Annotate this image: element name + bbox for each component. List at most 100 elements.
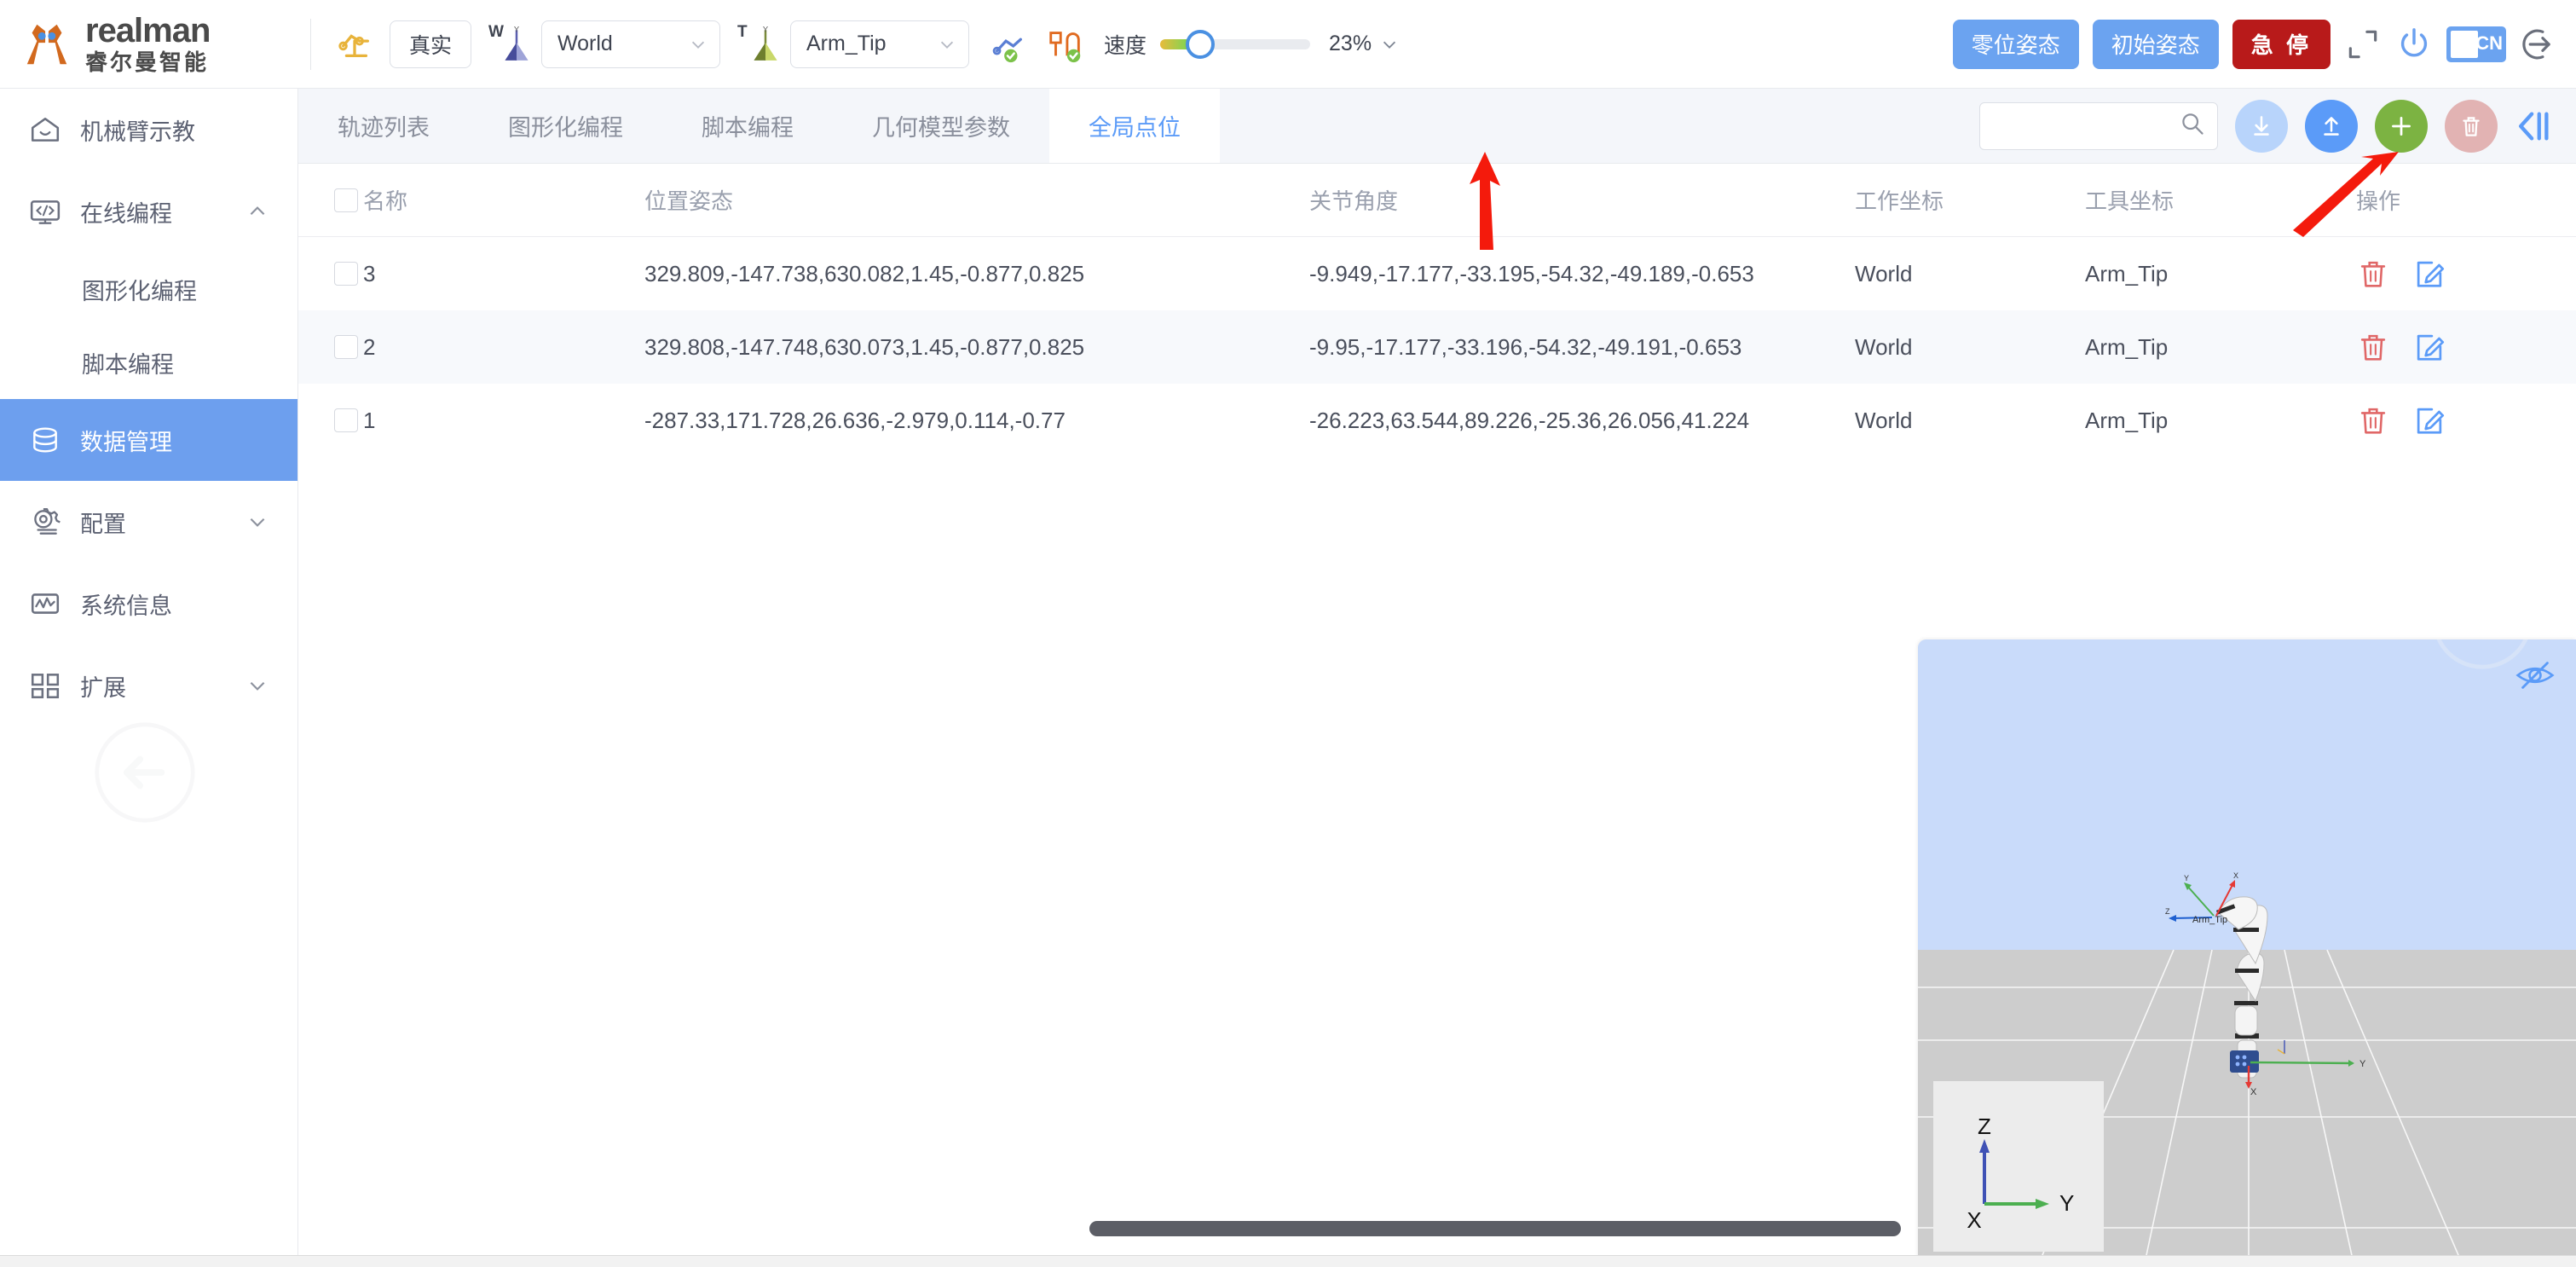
edit-icon (2417, 334, 2445, 361)
sidebar-subitem-graphical-programming[interactable]: 图形化编程 (0, 252, 297, 326)
sidebar-sublabel: 图形化编程 (82, 278, 197, 304)
robot-arm-status-icon[interactable] (988, 25, 1027, 64)
fullscreen-icon[interactable] (2344, 26, 2382, 63)
search-box[interactable] (1979, 101, 2218, 150)
cell-work-frame: World (1855, 333, 1913, 360)
language-label: CN (2475, 32, 2503, 54)
code-monitor-icon (29, 195, 61, 228)
row-select-cell (298, 262, 363, 286)
viewport-tip-label: Arm_Tip (2192, 915, 2227, 925)
search-input[interactable] (1992, 113, 2180, 138)
trash-icon (2360, 261, 2386, 287)
svg-text:X: X (1967, 1207, 1981, 1233)
sidebar-item-configuration[interactable]: 配置 (0, 481, 297, 563)
upload-button[interactable] (2305, 99, 2358, 153)
collapse-panel-icon (2519, 111, 2549, 141)
sidebar-label: 数据管理 (80, 429, 172, 455)
cell-pose: 329.808,-147.748,630.073,1.45,-0.877,0.8… (644, 333, 1085, 360)
tab-trajectory-list[interactable]: 轨迹列表 (298, 89, 469, 163)
main-content: 轨迹列表 图形化编程 脚本编程 几何模型参数 全局点位 名称 位置姿态 关节角度… (298, 89, 2576, 1267)
sidebar-label: 在线编程 (80, 200, 172, 227)
cell-tool-frame: Arm_Tip (2085, 260, 2169, 286)
download-button[interactable] (2235, 99, 2288, 153)
row-delete-button[interactable] (2356, 330, 2390, 364)
row-edit-button[interactable] (2412, 403, 2446, 437)
sidebar-item-robot-teach[interactable]: 机械臂示教 (0, 89, 297, 171)
select-all-cell (298, 188, 363, 212)
chevron-down-icon (1380, 35, 1399, 54)
power-icon[interactable] (2395, 26, 2433, 63)
speed-slider-thumb[interactable] (1186, 29, 1216, 59)
sidebar-item-data-management[interactable]: 数据管理 (0, 399, 297, 481)
horizontal-scrollbar-thumb[interactable] (1089, 1221, 1901, 1236)
trash-icon (2360, 408, 2386, 434)
row-delete-button[interactable] (2356, 257, 2390, 291)
tab-geometry-model-params[interactable]: 几何模型参数 (833, 89, 1049, 163)
mode-selector[interactable]: 真实 (390, 20, 471, 68)
chart-monitor-icon (29, 587, 61, 620)
work-frame-select[interactable]: World (541, 20, 720, 68)
column-header-work-frame: 工作坐标 (1855, 188, 1944, 214)
chevron-down-icon (689, 35, 708, 54)
tab-graphical-programming[interactable]: 图形化编程 (469, 89, 662, 163)
speed-value-dropdown[interactable]: 23% (1329, 32, 1399, 56)
row-checkbox[interactable] (334, 262, 358, 286)
grid-blocks-icon (29, 669, 61, 702)
speed-slider[interactable] (1160, 29, 1311, 59)
table-row[interactable]: 1 -287.33,171.728,26.636,-2.979,0.114,-0… (298, 384, 2576, 457)
speed-label: 速度 (1104, 33, 1147, 58)
table-row[interactable]: 3 329.809,-147.738,630.082,1.45,-0.877,0… (298, 237, 2576, 310)
toolbar-divider (310, 18, 311, 70)
tool-frame-select[interactable]: Arm_Tip (790, 20, 969, 68)
tool-frame-value: Arm_Tip (806, 32, 887, 55)
gripper-status-icon[interactable] (1046, 25, 1085, 64)
tool-frame-axis-icon: T Y (737, 23, 782, 66)
row-select-cell (298, 335, 363, 359)
sidebar-label: 配置 (80, 511, 126, 537)
row-checkbox[interactable] (334, 335, 358, 359)
add-button[interactable] (2375, 99, 2428, 153)
tab-bar-actions (1979, 89, 2576, 163)
column-header-operations: 操作 (2356, 188, 2401, 214)
trash-icon (2463, 116, 2480, 136)
row-checkbox[interactable] (334, 408, 358, 432)
collapse-panel-button[interactable] (2515, 107, 2554, 146)
home-icon (29, 113, 61, 146)
table-row[interactable]: 2 329.808,-147.748,630.073,1.45,-0.877,0… (298, 310, 2576, 384)
sidebar: 机械臂示教 在线编程 图形化编程 脚本编程 数据管理 配置 系统信息 扩展 (0, 89, 298, 1267)
row-select-cell (298, 408, 363, 432)
viewport-axis-indicator: Z Y X (1933, 1081, 2104, 1252)
brand-name: realman (85, 11, 211, 49)
cell-work-frame: World (1855, 260, 1913, 286)
robot-3d-viewport[interactable]: Y X Z Y X Arm_Tip Z Y X (1918, 639, 2576, 1267)
top-toolbar: realman 睿尔曼智能 真实 W Y World T Y Arm_Tip 速… (0, 0, 2576, 89)
sidebar-sublabel: 脚本编程 (82, 351, 174, 378)
zero-pose-button[interactable]: 零位姿态 (1952, 19, 2079, 69)
logout-icon[interactable] (2520, 26, 2557, 63)
topbar-actions: 零位姿态 初始姿态 急 停 CN (1952, 19, 2557, 69)
sidebar-label: 机械臂示教 (80, 119, 195, 145)
sidebar-item-extensions[interactable]: 扩展 (0, 645, 297, 726)
realman-logo-icon (20, 18, 73, 71)
delete-button[interactable] (2445, 99, 2498, 153)
sidebar-item-system-info[interactable]: 系统信息 (0, 563, 297, 645)
eye-off-icon[interactable] (2515, 658, 2556, 692)
tab-script-programming[interactable]: 脚本编程 (662, 89, 833, 163)
sidebar-subitem-script-programming[interactable]: 脚本编程 (0, 326, 297, 399)
column-header-pose: 位置姿态 (644, 188, 734, 214)
gear-icon (29, 506, 61, 538)
language-switch[interactable]: CN (2446, 26, 2506, 62)
init-pose-button[interactable]: 初始姿态 (2092, 19, 2219, 69)
tool-frame-superscript: T (737, 22, 748, 41)
row-edit-button[interactable] (2412, 330, 2446, 364)
row-delete-button[interactable] (2356, 403, 2390, 437)
emergency-stop-button[interactable]: 急 停 (2232, 19, 2331, 69)
tab-global-waypoints[interactable]: 全局点位 (1049, 89, 1220, 163)
sidebar-item-online-programming[interactable]: 在线编程 (0, 171, 297, 252)
row-edit-button[interactable] (2412, 257, 2446, 291)
download-icon (2254, 115, 2269, 136)
cell-work-frame: World (1855, 407, 1913, 433)
cell-operations (2341, 330, 2576, 364)
svg-text:Y: Y (763, 25, 769, 33)
select-all-checkbox[interactable] (334, 188, 358, 212)
